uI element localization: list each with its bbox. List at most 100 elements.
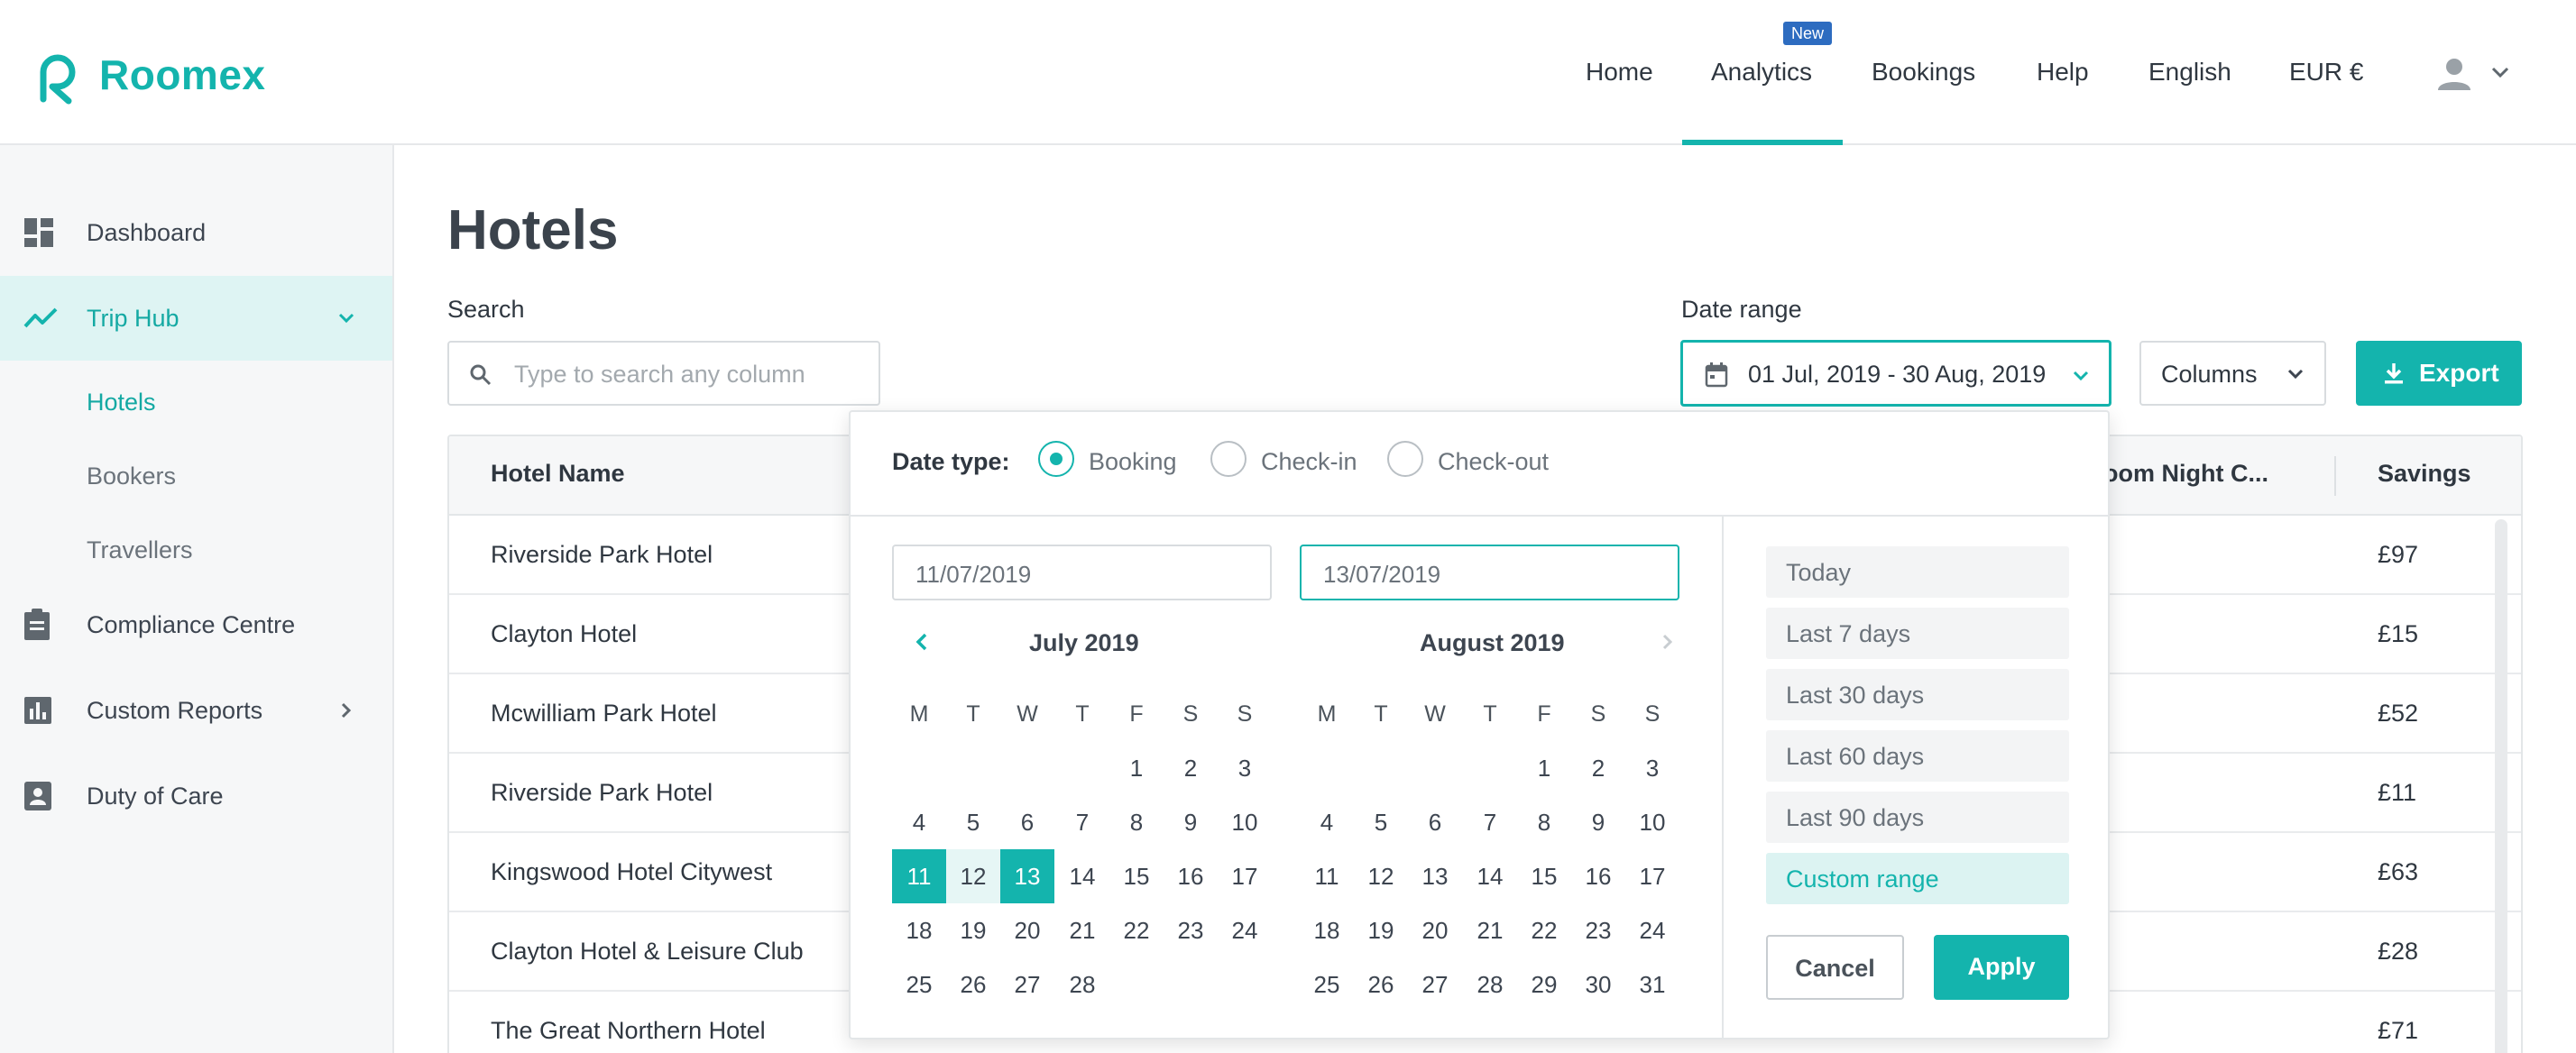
calendar-day[interactable]: 2 bbox=[1164, 741, 1218, 795]
calendar-day[interactable]: 21 bbox=[1463, 903, 1517, 957]
sidebar-item-duty-of-care[interactable]: Duty of Care bbox=[0, 754, 392, 838]
start-date-input[interactable]: 11/07/2019 bbox=[892, 545, 1272, 600]
radio-label-check-out[interactable]: Check-out bbox=[1438, 448, 1549, 476]
calendar-day[interactable]: 22 bbox=[1109, 903, 1164, 957]
calendar-day[interactable]: 27 bbox=[1000, 957, 1054, 1012]
end-date-input[interactable]: 13/07/2019 bbox=[1300, 545, 1679, 600]
nav-analytics[interactable]: Analytics bbox=[1711, 58, 1812, 87]
search-input[interactable]: Type to search any column bbox=[447, 341, 880, 406]
calendar-day[interactable]: 31 bbox=[1625, 957, 1679, 1012]
calendar-day[interactable]: 9 bbox=[1571, 795, 1625, 849]
calendar-day[interactable]: 23 bbox=[1164, 903, 1218, 957]
calendar-day[interactable]: 4 bbox=[1300, 795, 1354, 849]
sidebar-subitem-travellers[interactable]: Travellers bbox=[87, 536, 193, 564]
calendar-day[interactable]: 18 bbox=[892, 903, 946, 957]
calendar-day[interactable]: 13 bbox=[1000, 849, 1054, 903]
calendar-day[interactable]: 19 bbox=[946, 903, 1000, 957]
sidebar-item-trip-hub[interactable]: Trip Hub bbox=[0, 276, 392, 361]
chevron-down-icon[interactable] bbox=[2489, 61, 2511, 83]
radio-label-booking[interactable]: Booking bbox=[1089, 448, 1177, 476]
radio-booking[interactable] bbox=[1038, 441, 1074, 477]
calendar-day[interactable]: 11 bbox=[892, 849, 946, 903]
export-button[interactable]: Export bbox=[2356, 341, 2522, 406]
preset-option[interactable]: Last 30 days bbox=[1766, 669, 2069, 720]
nav-bookings[interactable]: Bookings bbox=[1872, 58, 1975, 87]
nav-help[interactable]: Help bbox=[2037, 58, 2089, 87]
calendar-day[interactable]: 7 bbox=[1055, 795, 1109, 849]
calendar-day[interactable]: 3 bbox=[1218, 741, 1272, 795]
chevron-right-icon[interactable] bbox=[336, 700, 356, 720]
calendar-day[interactable]: 26 bbox=[1354, 957, 1408, 1012]
calendar-day[interactable]: 3 bbox=[1625, 741, 1679, 795]
calendar-day[interactable]: 14 bbox=[1055, 849, 1109, 903]
date-range-picker[interactable]: 01 Jul, 2019 - 30 Aug, 2019 bbox=[1680, 340, 2111, 407]
preset-option[interactable]: Last 60 days bbox=[1766, 730, 2069, 782]
chevron-down-icon[interactable] bbox=[336, 308, 356, 328]
calendar-day[interactable]: 1 bbox=[1109, 741, 1164, 795]
column-header-savings[interactable]: Savings bbox=[2378, 460, 2471, 488]
calendar-day[interactable]: 15 bbox=[1109, 849, 1164, 903]
calendar-day[interactable]: 6 bbox=[1000, 795, 1054, 849]
calendar-day[interactable]: 15 bbox=[1517, 849, 1571, 903]
nav-home[interactable]: Home bbox=[1586, 58, 1653, 87]
calendar-day[interactable]: 5 bbox=[946, 795, 1000, 849]
calendar-day[interactable]: 4 bbox=[892, 795, 946, 849]
sidebar-item-custom-reports[interactable]: Custom Reports bbox=[0, 668, 392, 753]
language-selector[interactable]: English bbox=[2148, 58, 2231, 87]
radio-label-check-in[interactable]: Check-in bbox=[1261, 448, 1357, 476]
calendar-day[interactable]: 5 bbox=[1354, 795, 1408, 849]
calendar-day[interactable]: 20 bbox=[1000, 903, 1054, 957]
calendar-day[interactable]: 24 bbox=[1625, 903, 1679, 957]
calendar-day[interactable]: 25 bbox=[892, 957, 946, 1012]
calendar-day[interactable]: 20 bbox=[1408, 903, 1462, 957]
calendar-day[interactable]: 27 bbox=[1408, 957, 1462, 1012]
calendar-day[interactable]: 1 bbox=[1517, 741, 1571, 795]
calendar-day[interactable]: 12 bbox=[946, 849, 1000, 903]
preset-option[interactable]: Today bbox=[1766, 546, 2069, 598]
calendar-day[interactable]: 11 bbox=[1300, 849, 1354, 903]
cancel-button[interactable]: Cancel bbox=[1766, 935, 1904, 1000]
calendar-day[interactable]: 10 bbox=[1218, 795, 1272, 849]
calendar-day[interactable]: 23 bbox=[1571, 903, 1625, 957]
roomex-logo[interactable]: Roomex bbox=[31, 45, 265, 105]
calendar-day[interactable]: 14 bbox=[1463, 849, 1517, 903]
calendar-day[interactable]: 26 bbox=[946, 957, 1000, 1012]
calendar-day[interactable]: 30 bbox=[1571, 957, 1625, 1012]
apply-button[interactable]: Apply bbox=[1934, 935, 2069, 1000]
calendar-day[interactable]: 28 bbox=[1055, 957, 1109, 1012]
sidebar-subitem-bookers[interactable]: Bookers bbox=[87, 462, 176, 490]
calendar-day[interactable]: 25 bbox=[1300, 957, 1354, 1012]
calendar-day[interactable]: 29 bbox=[1517, 957, 1571, 1012]
calendar-day[interactable]: 6 bbox=[1408, 795, 1462, 849]
currency-selector[interactable]: EUR € bbox=[2289, 58, 2363, 87]
user-icon[interactable] bbox=[2436, 56, 2472, 92]
calendar-day[interactable]: 19 bbox=[1354, 903, 1408, 957]
calendar-day[interactable]: 24 bbox=[1218, 903, 1272, 957]
radio-check-out[interactable] bbox=[1387, 441, 1423, 477]
calendar-day[interactable]: 16 bbox=[1571, 849, 1625, 903]
radio-check-in[interactable] bbox=[1210, 441, 1247, 477]
columns-dropdown[interactable]: Columns bbox=[2139, 341, 2326, 406]
calendar-day[interactable]: 2 bbox=[1571, 741, 1625, 795]
calendar-day[interactable]: 16 bbox=[1164, 849, 1218, 903]
preset-option[interactable]: Last 7 days bbox=[1766, 608, 2069, 659]
preset-option[interactable]: Last 90 days bbox=[1766, 792, 2069, 843]
calendar-day[interactable]: 9 bbox=[1164, 795, 1218, 849]
calendar-day[interactable]: 8 bbox=[1517, 795, 1571, 849]
column-header-hotel-name[interactable]: Hotel Name bbox=[491, 460, 625, 488]
chevron-left-icon[interactable] bbox=[910, 630, 934, 654]
calendar-day[interactable]: 8 bbox=[1109, 795, 1164, 849]
calendar-day[interactable]: 12 bbox=[1354, 849, 1408, 903]
calendar-day[interactable]: 21 bbox=[1055, 903, 1109, 957]
chevron-right-icon[interactable] bbox=[1657, 632, 1677, 652]
calendar-day[interactable]: 7 bbox=[1463, 795, 1517, 849]
column-divider[interactable] bbox=[2334, 456, 2336, 496]
calendar-day[interactable]: 17 bbox=[1625, 849, 1679, 903]
preset-option[interactable]: Custom range bbox=[1766, 853, 2069, 904]
calendar-day[interactable]: 17 bbox=[1218, 849, 1272, 903]
calendar-day[interactable]: 18 bbox=[1300, 903, 1354, 957]
table-scrollbar[interactable] bbox=[2495, 519, 2507, 1053]
sidebar-item-dashboard[interactable]: Dashboard bbox=[0, 190, 392, 275]
sidebar-item-compliance[interactable]: Compliance Centre bbox=[0, 582, 392, 667]
calendar-day[interactable]: 22 bbox=[1517, 903, 1571, 957]
